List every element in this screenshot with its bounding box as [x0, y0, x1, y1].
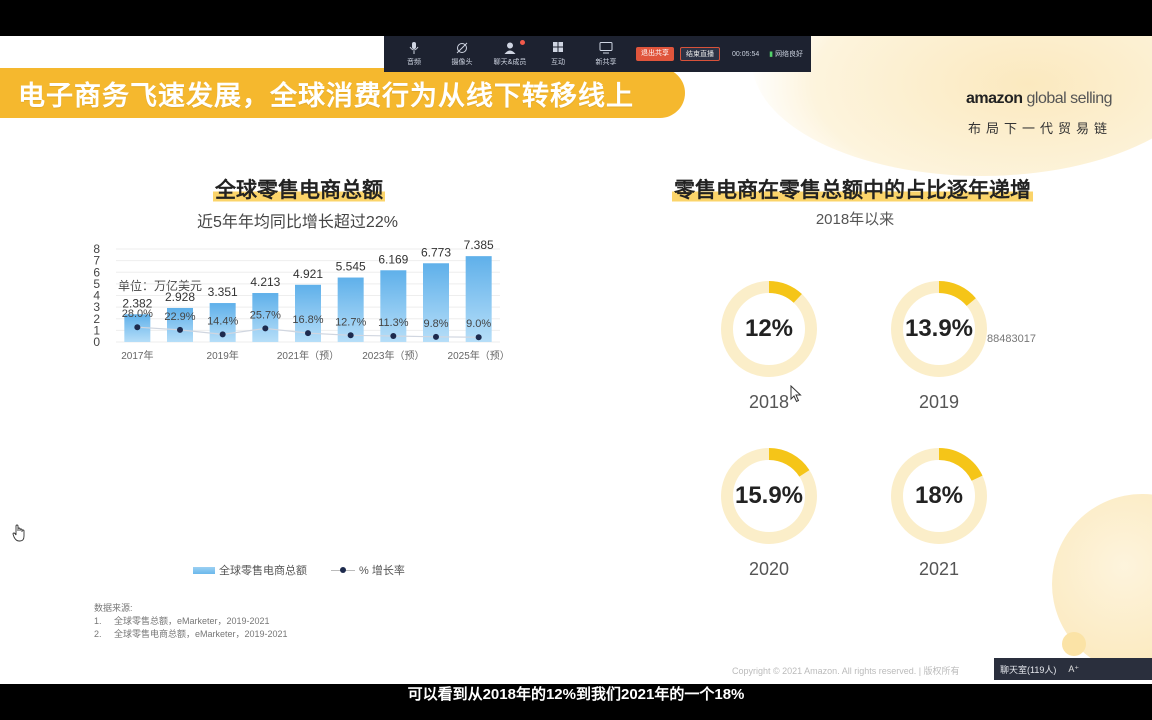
growth-rate-label: 9.8% [423, 318, 448, 330]
x-tick-label: 2019年 [207, 349, 239, 362]
bar [380, 270, 407, 342]
data-source-item: 2. 全球零售电商总额，eMarketer，2019-2021 [94, 629, 288, 639]
toolbar-interact-button[interactable]: 互动 [534, 41, 582, 67]
y-tick-label: 8 [93, 242, 100, 256]
growth-rate-label: 9.0% [466, 318, 491, 330]
growth-rate-point [219, 331, 226, 338]
growth-rate-label: 14.4% [207, 315, 238, 327]
amazon-brand: amazon global selling 布局下一代贸易链 [965, 90, 1113, 137]
bar-value-label: 7.385 [464, 238, 494, 252]
screen: 电子商务飞速发展，全球消费行为从线下转移线上 amazon global sel… [0, 0, 1152, 720]
growth-rate-point [305, 330, 311, 337]
meeting-toolbar: 音频 摄像头 聊天&成员 互动 新共享 退出共享 结束直播 00:05:54 ▮… [384, 36, 811, 72]
notification-dot [520, 39, 525, 45]
donut-year-label: 2019 [918, 392, 960, 412]
donut-2018: 12% [719, 279, 819, 379]
camera-off-icon [456, 42, 468, 53]
end-live-button[interactable]: 结束直播 [680, 47, 720, 61]
legend-bar-label: 全球零售电商总额 [219, 565, 307, 577]
x-tick-label: 2023年（预） [362, 349, 424, 362]
exit-share-button[interactable]: 退出共享 [636, 47, 674, 61]
amazon-logo: amazon global selling [965, 90, 1113, 107]
legend-line-label: % 增长率 [359, 565, 405, 577]
hand-cursor-icon [12, 524, 25, 542]
toolbar-share-button[interactable]: 新共享 [582, 41, 630, 67]
bar-value-label: 4.921 [293, 267, 323, 281]
overlay-id-text: 88483017 [987, 333, 1036, 345]
donut-value-label: 18% [914, 482, 964, 509]
growth-rate-point [390, 333, 397, 340]
growth-rate-label: 12.7% [335, 316, 366, 328]
slide-title: 电子商务飞速发展，全球消费行为从线下转移线上 [18, 80, 634, 111]
bar-value-label: 6.169 [378, 252, 408, 266]
legend-bar-swatch [193, 566, 215, 574]
toolbar-members-button[interactable]: 聊天&成员 [486, 39, 534, 67]
donut-year-label: 2018 [748, 392, 790, 412]
video-caption: 可以看到从2018年的12%到我们2021年的一个18% [407, 686, 745, 703]
donut-value-label: 15.9% [734, 482, 804, 509]
growth-rate-label: 28.0% [122, 308, 153, 320]
data-source-title: 数据来源: [94, 603, 133, 613]
donut-year-label: 2021 [918, 559, 960, 579]
growth-rate-label: 22.9% [164, 311, 195, 323]
donut-2020: 15.9% [719, 446, 819, 546]
growth-rate-point [262, 325, 269, 332]
copyright-text: Copyright © 2021 Amazon. All rights rese… [732, 666, 960, 676]
growth-rate-point [433, 333, 439, 340]
data-source-item: 1. 全球零售总额，eMarketer，2019-2021 [94, 616, 270, 626]
bar-value-label: 2.928 [165, 290, 195, 304]
growth-rate-point [475, 334, 482, 341]
right-chart-heading: 零售电商在零售总额中的占比逐年递增 [640, 174, 1065, 204]
bar-value-label: 6.773 [421, 245, 451, 259]
data-source: 数据来源: 1. 全球零售总额，eMarketer，2019-2021 2. 全球零… [94, 602, 288, 641]
bar [423, 263, 449, 342]
microphone-icon [409, 41, 419, 54]
members-icon [504, 42, 516, 54]
decorative-dot [1062, 632, 1086, 656]
growth-rate-point [347, 332, 354, 339]
growth-rate-label: 25.7% [250, 309, 281, 321]
chatroom-label: 聊天室(119人) [1000, 664, 1057, 675]
network-status: ▮ 网络良好 [769, 51, 804, 58]
growth-rate-point [177, 326, 183, 333]
legend-line-swatch [331, 566, 355, 574]
right-chart-subheading: 2018年以来 [815, 211, 895, 228]
signal-icon: ▮ [769, 51, 774, 58]
chart-legend: 全球零售电商总额 % 增长率 [193, 562, 405, 578]
chatroom-bar[interactable]: 聊天室(119人) A⁺ [994, 658, 1152, 680]
ecommerce-bar-chart: 单位：万亿美元0123456782.382 2.928 3.3514.2134.92… [93, 238, 510, 362]
font-size-button[interactable]: A⁺ [1068, 664, 1079, 675]
growth-rate-label: 11.3% [378, 317, 409, 329]
bar-value-label: 5.545 [336, 260, 366, 274]
left-chart-heading: 全球零售电商总额 [199, 174, 399, 204]
growth-rate-point [134, 324, 141, 331]
brand-slogan: 布局下一代贸易链 [967, 121, 1112, 136]
left-chart-subheading: 近5年年均同比增长超过22% [197, 214, 398, 231]
x-tick-label: 2021年（预） [277, 349, 339, 362]
donut-2021: 18% [889, 446, 989, 546]
slide-title-banner: 电子商务飞速发展，全球消费行为从线下转移线上 [0, 68, 685, 118]
donut-2019: 13.9% [889, 279, 989, 379]
bar-value-label: 4.213 [250, 275, 280, 289]
session-timer: 00:05:54 [732, 50, 760, 58]
grid-icon [553, 41, 563, 52]
presentation-slide: 电子商务飞速发展，全球消费行为从线下转移线上 amazon global sel… [0, 36, 1152, 684]
share-screen-icon [599, 41, 613, 53]
x-tick-label: 2025年（预） [448, 349, 510, 362]
donut-value-label: 13.9% [904, 315, 974, 342]
donut-year-label: 2020 [748, 559, 790, 579]
donut-value-label: 12% [744, 315, 794, 342]
toolbar-audio-button[interactable]: 音频 [390, 41, 438, 67]
mouse-pointer-icon [790, 385, 802, 403]
bar-value-label: 3.351 [208, 285, 238, 299]
toolbar-camera-button[interactable]: 摄像头 [438, 42, 486, 67]
x-tick-label: 2017年 [121, 349, 153, 362]
growth-rate-label: 16.8% [292, 314, 323, 326]
